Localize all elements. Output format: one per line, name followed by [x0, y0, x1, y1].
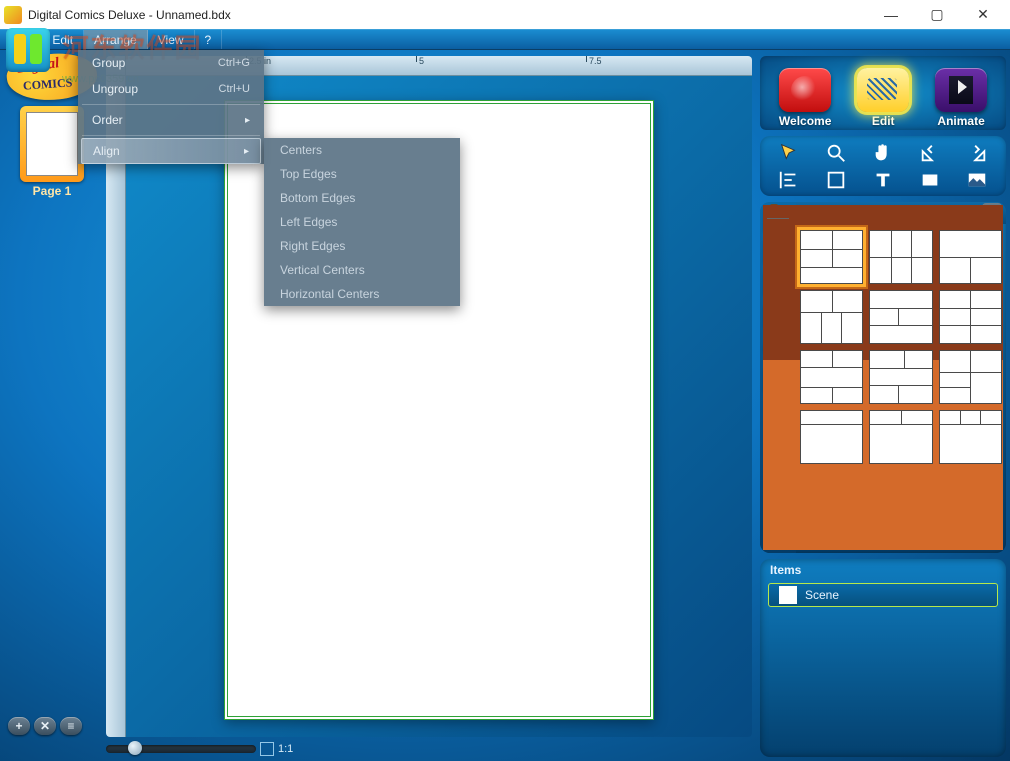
page-thumbnail[interactable]: Page 1	[20, 106, 84, 198]
welcome-icon	[779, 68, 831, 112]
zoom-bar: 1:1	[106, 739, 752, 759]
mode-tab-animate[interactable]: Animate	[935, 68, 987, 128]
menu-file[interactable]: File	[2, 30, 42, 49]
submenu-horizontal-centers[interactable]: Horizontal Centers	[264, 282, 460, 306]
menu-arrange[interactable]: Arrange	[84, 30, 148, 49]
tool-palette	[760, 136, 1006, 196]
tool-hand[interactable]	[860, 140, 905, 165]
zoom-ratio-button[interactable]: 1:1	[260, 742, 293, 756]
ruler-vertical	[106, 76, 126, 737]
page-thumbnail-label: Page 1	[20, 184, 84, 198]
menu-view[interactable]: View	[148, 30, 195, 49]
close-button[interactable]: ✕	[960, 0, 1006, 30]
menu-edit[interactable]: Edit	[42, 30, 84, 49]
template-10[interactable]	[800, 410, 863, 464]
category-photos[interactable]	[764, 366, 792, 394]
window-title: Digital Comics Deluxe - Unnamed.bdx	[28, 8, 231, 22]
template-5[interactable]	[869, 290, 932, 344]
edit-icon	[857, 68, 909, 112]
zoom-slider[interactable]	[106, 745, 256, 753]
menu-item-order[interactable]: Order	[78, 107, 264, 133]
mode-tab-edit[interactable]: Edit	[857, 68, 909, 128]
menubar: File Edit Arrange View ?	[0, 30, 1010, 50]
submenu-top-edges[interactable]: Top Edges	[264, 162, 460, 186]
arrange-dropdown: Group Ctrl+G Ungroup Ctrl+U Order Align …	[78, 50, 264, 164]
minimize-button[interactable]: —	[868, 0, 914, 30]
mode-tab-welcome[interactable]: Welcome	[779, 68, 831, 128]
tool-align[interactable]	[766, 167, 811, 192]
template-11[interactable]	[869, 410, 932, 464]
template-3[interactable]	[939, 230, 1002, 284]
submenu-left-edges[interactable]: Left Edges	[264, 210, 460, 234]
window-titlebar: Digital Comics Deluxe - Unnamed.bdx — ▢ …	[0, 0, 1010, 30]
tool-image[interactable]	[955, 167, 1000, 192]
animate-icon	[935, 68, 987, 112]
template-4[interactable]	[800, 290, 863, 344]
menu-help[interactable]: ?	[195, 30, 223, 49]
remove-page-button[interactable]: ✕	[34, 717, 56, 735]
template-6[interactable]	[939, 290, 1002, 344]
items-panel: Items Scene	[760, 559, 1006, 757]
templates-panel: ✕ OK Page Templates ▼	[760, 202, 1006, 553]
submenu-vertical-centers[interactable]: Vertical Centers	[264, 258, 460, 282]
tool-rotate-left[interactable]	[908, 140, 953, 165]
template-12[interactable]	[939, 410, 1002, 464]
maximize-button[interactable]: ▢	[914, 0, 960, 30]
template-2[interactable]	[869, 230, 932, 284]
add-page-button[interactable]: +	[8, 717, 30, 735]
tool-frame[interactable]	[813, 167, 858, 192]
items-panel-title: Items	[760, 559, 1006, 581]
scene-thumb-icon	[779, 586, 797, 604]
menu-item-ungroup[interactable]: Ungroup Ctrl+U	[78, 76, 264, 102]
align-submenu: Centers Top Edges Bottom Edges Left Edge…	[264, 138, 460, 306]
tool-rect[interactable]	[908, 167, 953, 192]
menu-item-group[interactable]: Group Ctrl+G	[78, 50, 264, 76]
template-9[interactable]	[939, 350, 1002, 404]
category-strip: OK	[760, 202, 796, 553]
template-8[interactable]	[869, 350, 932, 404]
mode-tabs: Welcome Edit Animate	[760, 56, 1006, 130]
tool-rotate-right[interactable]	[955, 140, 1000, 165]
tool-zoom[interactable]	[813, 140, 858, 165]
submenu-bottom-edges[interactable]: Bottom Edges	[264, 186, 460, 210]
items-row-scene[interactable]: Scene	[768, 583, 998, 607]
menu-item-align[interactable]: Align	[81, 138, 261, 164]
page-options-button[interactable]: ≡	[60, 717, 82, 735]
template-7[interactable]	[800, 350, 863, 404]
tool-select[interactable]	[766, 140, 811, 165]
submenu-centers[interactable]: Centers	[264, 138, 460, 162]
template-1[interactable]	[800, 230, 863, 284]
app-icon	[4, 6, 22, 24]
zoom-slider-thumb[interactable]	[128, 741, 142, 755]
submenu-right-edges[interactable]: Right Edges	[264, 234, 460, 258]
tool-text[interactable]	[860, 167, 905, 192]
